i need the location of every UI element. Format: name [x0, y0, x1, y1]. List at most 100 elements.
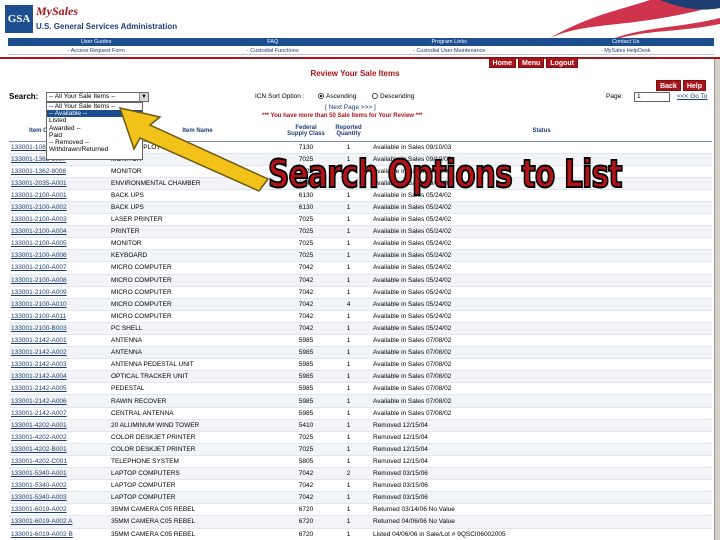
menu-button[interactable]: Menu	[518, 57, 545, 68]
item-control-number-link[interactable]: 133001-2142-A002	[9, 346, 109, 360]
table-row: 133001-2100-B003 PC SHELL 7042 1 Available i…	[9, 322, 712, 336]
item-control-number-link[interactable]: 133001-5340-A002	[9, 479, 109, 493]
item-control-number-link[interactable]: 133001-2142-A001	[9, 334, 109, 348]
item-control-number-link[interactable]: 133001-2100-A001	[9, 189, 109, 202]
item-control-number-link[interactable]: 133001-5340-A003	[9, 491, 109, 505]
item-name-cell: COLOR DESKJET PRINTER	[109, 431, 286, 444]
item-name-cell: PEDESTAL	[109, 382, 286, 396]
nav-mysales-helpdesk[interactable]: - MySales HelpDesk	[538, 47, 715, 54]
item-control-number-link[interactable]: 133001-4202-B001	[9, 443, 109, 456]
item-control-number-link[interactable]: 133001-2035-A001	[9, 177, 109, 190]
item-control-number-link[interactable]: 133001-2100-A005	[9, 237, 109, 251]
quantity-cell: 1	[326, 249, 371, 263]
top-button-group: Home Menu Logout	[488, 57, 578, 68]
annotation-arrow-shape	[118, 106, 270, 192]
status-cell: Returned 04/06/06 No Value	[371, 515, 712, 529]
fsc-cell: 7042	[286, 491, 326, 505]
home-button[interactable]: Home	[488, 57, 516, 68]
fsc-cell: 7042	[286, 467, 326, 481]
help-button[interactable]: Help	[682, 80, 706, 91]
column-header-status: Status	[371, 122, 712, 142]
fsc-cell: 5985	[286, 358, 326, 372]
table-row: 133001-4202-B001 COLOR DESKJET PRINTER 702…	[9, 443, 712, 456]
nav-faq[interactable]: FAQ	[185, 38, 362, 46]
gsa-logo[interactable]: GSA	[5, 5, 33, 33]
item-control-number-link[interactable]: 133001-2142-A003	[9, 358, 109, 372]
item-control-number-link[interactable]: 133001-2142-A007	[9, 407, 109, 420]
item-control-number-link[interactable]: 133001-6019-A002 A	[9, 515, 109, 529]
item-control-number-link[interactable]: 133001-2142-A005	[9, 382, 109, 396]
fsc-cell: 6720	[286, 528, 326, 540]
nav-user-guides[interactable]: User Guides	[8, 38, 185, 46]
item-control-number-link[interactable]: 133001-2100-B003	[9, 322, 109, 336]
status-cell: Removed 03/15/06	[371, 467, 712, 481]
table-row: 133001-2100-A006 KEYBOARD 7025 1 Available i…	[9, 249, 712, 263]
nav-access-request-form[interactable]: - Access Request Form	[8, 47, 185, 54]
item-control-number-link[interactable]: 133001-6019-A002 B	[9, 528, 109, 540]
table-row: 133001-2142-A002 ANTENNA 5985 1 Available in…	[9, 346, 712, 360]
item-control-number-link[interactable]: 133001-2100-A010	[9, 298, 109, 311]
fsc-cell: 7042	[286, 298, 326, 311]
nav-contact-us[interactable]: Contact Us	[538, 38, 715, 46]
radio-selected-icon[interactable]	[318, 93, 324, 100]
page-button-group: Back Help	[656, 80, 706, 91]
quantity-cell: 1	[326, 237, 371, 251]
fsc-cell: 7025	[286, 213, 326, 227]
table-row: 133001-6019-A002 35MM CAMERA C05 REBEL 672…	[9, 503, 712, 517]
sort-ascending-option[interactable]: Ascending	[316, 93, 356, 100]
table-row: 133001-2100-A007 MICRO COMPUTER 7042 1 Avail…	[9, 261, 712, 275]
search-filter-select[interactable]: -- All Your Sale Items -- ▼	[46, 92, 149, 102]
status-cell: Available in Sales 07/08/02	[371, 382, 712, 396]
item-control-number-link[interactable]: 133001-2142-A006	[9, 394, 109, 408]
status-cell: Available in Sales 05/24/02	[371, 286, 712, 299]
status-cell: Removed 03/15/06	[371, 479, 712, 493]
quantity-cell: 1	[326, 213, 371, 227]
item-control-number-link[interactable]: 133001-2142-A004	[9, 370, 109, 384]
item-control-number-link[interactable]: 133001-2100-A007	[9, 261, 109, 275]
quantity-cell: 1	[326, 528, 371, 540]
quantity-cell: 1	[326, 503, 371, 517]
item-control-number-link[interactable]: 133001-2100-A008	[9, 274, 109, 287]
goto-link[interactable]: <<< Go To	[677, 93, 707, 100]
item-control-number-link[interactable]: 133001-2100-A006	[9, 249, 109, 263]
vertical-scrollbar[interactable]	[714, 59, 720, 540]
item-control-number-link[interactable]: 133001-6019-A002	[9, 503, 109, 517]
sort-descending-option[interactable]: Descending	[370, 93, 414, 100]
back-button[interactable]: Back	[656, 80, 681, 91]
search-filter-value: -- All Your Sale Items --	[49, 93, 116, 100]
item-control-number-link[interactable]: 133001-4202-A002	[9, 431, 109, 444]
item-control-number-link[interactable]: 133001-2100-A002	[9, 201, 109, 215]
status-cell: Available in Sales 07/08/02	[371, 346, 712, 360]
status-cell: Available in Sales 05/24/02	[371, 261, 712, 275]
status-cell: Available in Sales 05/24/02	[371, 322, 712, 336]
item-control-number-link[interactable]: 133001-2100-A003	[9, 213, 109, 227]
fsc-cell: 7025	[286, 225, 326, 239]
item-control-number-link[interactable]: 133001-1362-8008	[9, 165, 109, 178]
nav-custodial-functions[interactable]: - Custodial Functions	[185, 47, 362, 54]
item-name-cell: 35MM CAMERA C05 REBEL	[109, 515, 286, 529]
primary-nav: User Guides FAQ Program Links Contact Us	[8, 38, 714, 46]
sort-descending-label: Descending	[380, 93, 415, 100]
quantity-cell: 1	[326, 322, 371, 336]
radio-unselected-icon[interactable]	[372, 93, 378, 100]
item-control-number-link[interactable]: 133001-2100-A011	[9, 310, 109, 323]
item-control-number-link[interactable]: 133001-4202-A001	[9, 419, 109, 432]
nav-program-links[interactable]: Program Links	[361, 38, 538, 46]
item-control-number-link[interactable]: 133001-2100-A009	[9, 286, 109, 299]
quantity-cell: 1	[326, 419, 371, 432]
quantity-cell: 1	[326, 334, 371, 348]
table-row: 133001-2142-A003 ANTENNA PEDESTAL UNIT 598…	[9, 358, 712, 372]
item-name-cell: MONITOR	[109, 237, 286, 251]
fsc-cell: 5985	[286, 370, 326, 384]
status-cell: Available in Sales 05/24/02	[371, 225, 712, 239]
item-control-number-link[interactable]: 133001-5340-A001	[9, 467, 109, 481]
nav-custodial-user-maintenance[interactable]: - Custodial User Maintenance	[361, 47, 538, 54]
page-select[interactable]: 1	[634, 92, 670, 102]
next-page-link[interactable]: [ Next Page >>> ]	[325, 104, 376, 111]
logout-button[interactable]: Logout	[546, 57, 578, 68]
item-control-number-link[interactable]: 133001-2100-A004	[9, 225, 109, 239]
page-label: Page:	[606, 93, 623, 100]
chevron-down-icon[interactable]: ▼	[139, 93, 148, 101]
item-name-cell: PRINTER	[109, 225, 286, 239]
item-control-number-link[interactable]: 133001-4202-C001	[9, 455, 109, 469]
